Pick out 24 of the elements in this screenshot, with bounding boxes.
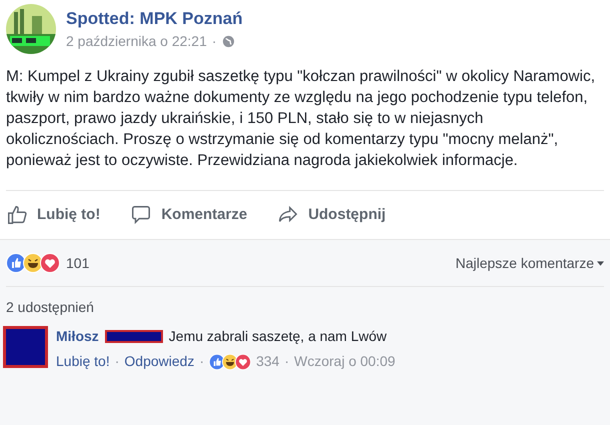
thumbs-up-icon: [6, 204, 28, 226]
separator: ·: [199, 352, 204, 371]
separator: ·: [212, 32, 217, 52]
post-text: M: Kumpel z Ukrainy zgubił saszetkę typu "kołczan prawilności" w okolicy Naramowic, tkwiły w nim bardzo ważne dokumenty ze względu na jego pochodzenie typu telefon, paszport, prawo jazdy ukraińskie, i 150 PLN, stało się to w niejasnych okolicznościach. Proszę o wstrzymanie się od komentarzy typu "mocny melanż", ponieważ jest to oczywiste. Przewidziana nagroda jakiekolwiek informacje.: [5, 67, 596, 171]
page-name[interactable]: Spotted: MPK Poznań: [66, 6, 243, 32]
redacted-avatar: [3, 326, 48, 368]
comment-button[interactable]: Komentarze: [130, 204, 248, 226]
share-button[interactable]: Udostępnij: [277, 204, 386, 226]
caret-icon: [597, 260, 604, 266]
sort-dropdown[interactable]: Najlepsze komentarze: [455, 252, 604, 274]
heart-reaction-icon: [235, 354, 252, 370]
comment-author[interactable]: Miłosz: [56, 326, 99, 347]
like-link[interactable]: Lubię to!: [56, 351, 110, 372]
separator: ·: [114, 352, 120, 371]
separator: ·: [284, 352, 290, 371]
comment-text: Jemu zabrali saszetę, a nam Lwów: [168, 327, 387, 346]
heart-reaction-icon: [40, 253, 60, 273]
share-count[interactable]: 2 udostępnień: [0, 297, 610, 318]
redaction-bar: [104, 330, 163, 343]
globe-icon: [222, 35, 235, 48]
speech-bubble-icon: [130, 204, 152, 226]
reaction-count[interactable]: 101: [66, 252, 90, 274]
reply-link[interactable]: Odpowiedz: [124, 351, 194, 372]
like-button[interactable]: Lubię to!: [6, 204, 100, 226]
